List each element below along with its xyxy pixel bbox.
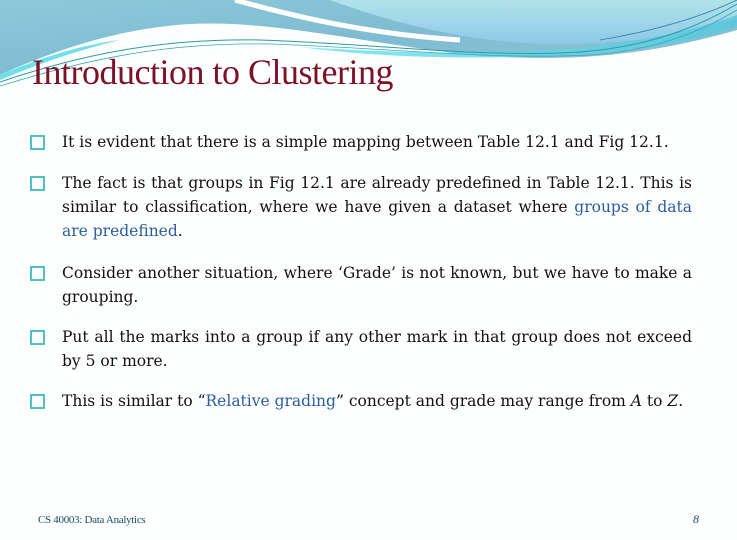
bullet-list: It is evident that there is a simple map… — [30, 130, 692, 429]
hollow-square-bullet-icon — [30, 330, 45, 345]
bullet-text: Consider another situation, where ‘Grade… — [62, 264, 692, 306]
slide-number: 8 — [693, 512, 699, 526]
bullet-text: Put all the marks into a group if any ot… — [62, 328, 692, 370]
bullet-text: This is similar to “ — [62, 392, 206, 410]
bullet-item: Put all the marks into a group if any ot… — [30, 325, 692, 373]
bullet-text: It is evident that there is a simple map… — [62, 133, 669, 151]
bullet-text: . — [678, 392, 684, 410]
bullet-item: This is similar to “Relative grading” co… — [30, 389, 692, 413]
bullet-text: to — [642, 392, 668, 410]
bullet-item: The fact is that groups in Fig 12.1 are … — [30, 171, 692, 243]
highlighted-phrase: Relative grading — [205, 392, 336, 410]
bullet-item: It is evident that there is a simple map… — [30, 130, 692, 154]
hollow-square-bullet-icon — [30, 266, 45, 281]
grade-letter: A — [630, 392, 642, 410]
bullet-item: Consider another situation, where ‘Grade… — [30, 261, 692, 309]
hollow-square-bullet-icon — [30, 135, 45, 150]
hollow-square-bullet-icon — [30, 394, 45, 409]
bullet-text: . — [177, 222, 183, 240]
slide: Introduction to Clustering It is evident… — [0, 0, 737, 540]
bullet-text: ” concept and grade may range from — [335, 392, 631, 410]
slide-title: Introduction to Clustering — [32, 52, 393, 92]
grade-letter: Z — [667, 392, 679, 410]
hollow-square-bullet-icon — [30, 176, 45, 191]
footer-course-label: CS 40003: Data Analytics — [38, 514, 146, 526]
